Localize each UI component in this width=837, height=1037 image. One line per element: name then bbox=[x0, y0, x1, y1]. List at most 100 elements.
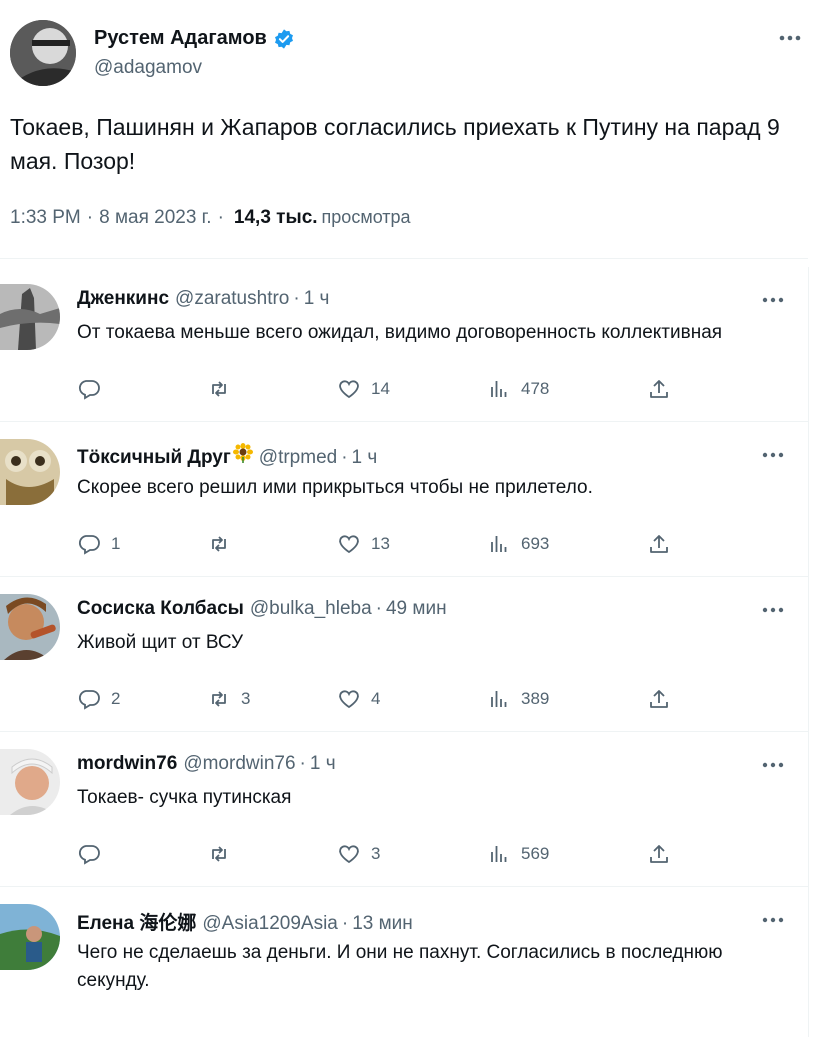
reply-author-name[interactable]: Сосиска Колбасы bbox=[77, 598, 244, 620]
views-count: 478 bbox=[521, 379, 550, 398]
like-count: 4 bbox=[371, 689, 381, 708]
share-button[interactable] bbox=[647, 377, 671, 401]
reply-time[interactable]: 13 мин bbox=[352, 913, 413, 935]
avatar[interactable] bbox=[0, 904, 60, 970]
action-bar: 3 569 bbox=[77, 842, 697, 870]
avatar[interactable] bbox=[0, 439, 60, 505]
reply-button[interactable] bbox=[77, 842, 111, 866]
reply-text: Чего не сделаешь за деньги. И они не пах… bbox=[77, 942, 723, 991]
replies-list: Дженкинс @zaratushtro · 1 ч От токаева м… bbox=[0, 267, 809, 1037]
retweet-button[interactable] bbox=[207, 377, 241, 401]
meta-separator: · bbox=[86, 207, 94, 228]
share-icon bbox=[647, 377, 671, 401]
reply-author-handle[interactable]: @bulka_hleba bbox=[250, 598, 372, 620]
reply-time[interactable]: 1 ч bbox=[304, 288, 330, 310]
reply-header: Сосиска Колбасы @bulka_hleba · 49 мин bbox=[77, 598, 447, 620]
reply-header: mordwin76 @mordwin76 · 1 ч bbox=[77, 753, 336, 775]
like-button[interactable]: 14 bbox=[337, 377, 390, 401]
reply-button[interactable] bbox=[77, 377, 111, 401]
avatar[interactable] bbox=[0, 284, 60, 350]
retweet-icon bbox=[207, 532, 231, 556]
views-count: 569 bbox=[521, 844, 550, 863]
reply-author-handle[interactable]: @trpmed bbox=[259, 447, 337, 469]
reply-header: Тӧксичный Друг @trpmed · 1 ч bbox=[77, 443, 377, 469]
like-button[interactable]: 3 bbox=[337, 842, 380, 866]
reply-text: Токаев- сучка путинская bbox=[77, 787, 292, 808]
reply-item[interactable]: Сосиска Колбасы @bulka_hleba · 49 мин Жи… bbox=[0, 577, 808, 732]
retweet-button[interactable] bbox=[207, 842, 241, 866]
more-options-icon[interactable] bbox=[758, 910, 788, 930]
reply-author-name[interactable]: Тӧксичный Друг bbox=[77, 447, 231, 469]
more-options-icon[interactable] bbox=[758, 600, 788, 620]
reply-author-handle[interactable]: @Asia1209Asia bbox=[202, 913, 337, 935]
reply-header: Дженкинс @zaratushtro · 1 ч bbox=[77, 288, 329, 310]
reply-count: 2 bbox=[111, 689, 121, 708]
avatar[interactable] bbox=[0, 594, 60, 660]
views-icon bbox=[487, 532, 511, 556]
reply-author-handle[interactable]: @zaratushtro bbox=[175, 288, 289, 310]
share-button[interactable] bbox=[647, 532, 671, 556]
author-handle[interactable]: @adagamov bbox=[94, 57, 202, 79]
tweet-time[interactable]: 1:33 PM bbox=[10, 207, 81, 229]
views-icon bbox=[487, 842, 511, 866]
reply-item[interactable]: Дженкинс @zaratushtro · 1 ч От токаева м… bbox=[0, 267, 808, 422]
reply-author-name[interactable]: Дженкинс bbox=[77, 288, 169, 310]
share-button[interactable] bbox=[647, 842, 671, 866]
reply-time[interactable]: 49 мин bbox=[386, 598, 447, 620]
reply-button[interactable]: 2 bbox=[77, 687, 120, 711]
reply-item[interactable]: Тӧксичный Друг @trpmed · 1 ч Скорее всег… bbox=[0, 422, 808, 577]
reply-icon bbox=[77, 687, 101, 711]
author-name[interactable]: Рустем Адагамов bbox=[94, 27, 267, 50]
reply-time[interactable]: 1 ч bbox=[310, 753, 336, 775]
share-button[interactable] bbox=[647, 687, 671, 711]
views-button[interactable]: 693 bbox=[487, 532, 549, 556]
tweet-page: Рустем Адагамов @adagamov Токаев, Пашиня… bbox=[0, 0, 837, 1037]
views-button[interactable]: 389 bbox=[487, 687, 549, 711]
views-count: 693 bbox=[521, 534, 550, 553]
reply-count: 1 bbox=[111, 534, 121, 553]
reply-item[interactable]: mordwin76 @mordwin76 · 1 ч Токаев- сучка… bbox=[0, 732, 808, 887]
reply-button[interactable]: 1 bbox=[77, 532, 120, 556]
like-button[interactable]: 4 bbox=[337, 687, 380, 711]
reply-icon bbox=[77, 532, 101, 556]
tweet-date[interactable]: 8 мая 2023 г. bbox=[99, 207, 211, 229]
tweet-meta: 1:33 PM · 8 мая 2023 г. · 14,3 тыс. прос… bbox=[10, 207, 411, 229]
reply-icon bbox=[77, 377, 101, 401]
share-icon bbox=[647, 687, 671, 711]
tweet-text: Токаев, Пашинян и Жапаров согласились пр… bbox=[10, 114, 780, 174]
like-count: 3 bbox=[371, 844, 381, 863]
views-button[interactable]: 478 bbox=[487, 377, 549, 401]
views-icon bbox=[487, 687, 511, 711]
more-options-icon[interactable] bbox=[758, 445, 788, 465]
like-icon bbox=[337, 377, 361, 401]
meta-separator: · bbox=[375, 598, 382, 619]
sunflower-emoji bbox=[232, 443, 253, 463]
author-name-row: Рустем Адагамов bbox=[94, 27, 295, 50]
author-avatar[interactable] bbox=[10, 20, 76, 86]
more-options-icon[interactable] bbox=[773, 26, 807, 50]
views-button[interactable]: 569 bbox=[487, 842, 549, 866]
like-button[interactable]: 13 bbox=[337, 532, 390, 556]
meta-separator: · bbox=[293, 288, 300, 309]
retweet-button[interactable] bbox=[207, 532, 241, 556]
verified-badge-icon bbox=[273, 28, 295, 50]
reply-text: От токаева меньше всего ожидал, видимо д… bbox=[77, 322, 723, 343]
retweet-button[interactable]: 3 bbox=[207, 687, 250, 711]
reply-author-name[interactable]: mordwin76 bbox=[77, 753, 177, 775]
main-tweet: Рустем Адагамов @adagamov Токаев, Пашиня… bbox=[0, 0, 837, 260]
views-icon bbox=[487, 377, 511, 401]
more-options-icon[interactable] bbox=[758, 290, 788, 310]
views-count: 14,3 тыс. bbox=[233, 207, 318, 228]
like-count: 14 bbox=[371, 379, 390, 398]
action-bar: 2 3 4 389 bbox=[77, 687, 697, 715]
reply-text: Живой щит от ВСУ bbox=[77, 632, 244, 653]
reply-author-handle[interactable]: @mordwin76 bbox=[183, 753, 295, 775]
more-options-icon[interactable] bbox=[758, 755, 788, 775]
divider bbox=[0, 258, 808, 259]
reply-author-name[interactable]: Елена 海伦娜 bbox=[77, 908, 196, 935]
reply-time[interactable]: 1 ч bbox=[352, 447, 378, 469]
like-icon bbox=[337, 532, 361, 556]
meta-separator: · bbox=[217, 207, 224, 228]
avatar[interactable] bbox=[0, 749, 60, 815]
reply-icon bbox=[77, 842, 101, 866]
